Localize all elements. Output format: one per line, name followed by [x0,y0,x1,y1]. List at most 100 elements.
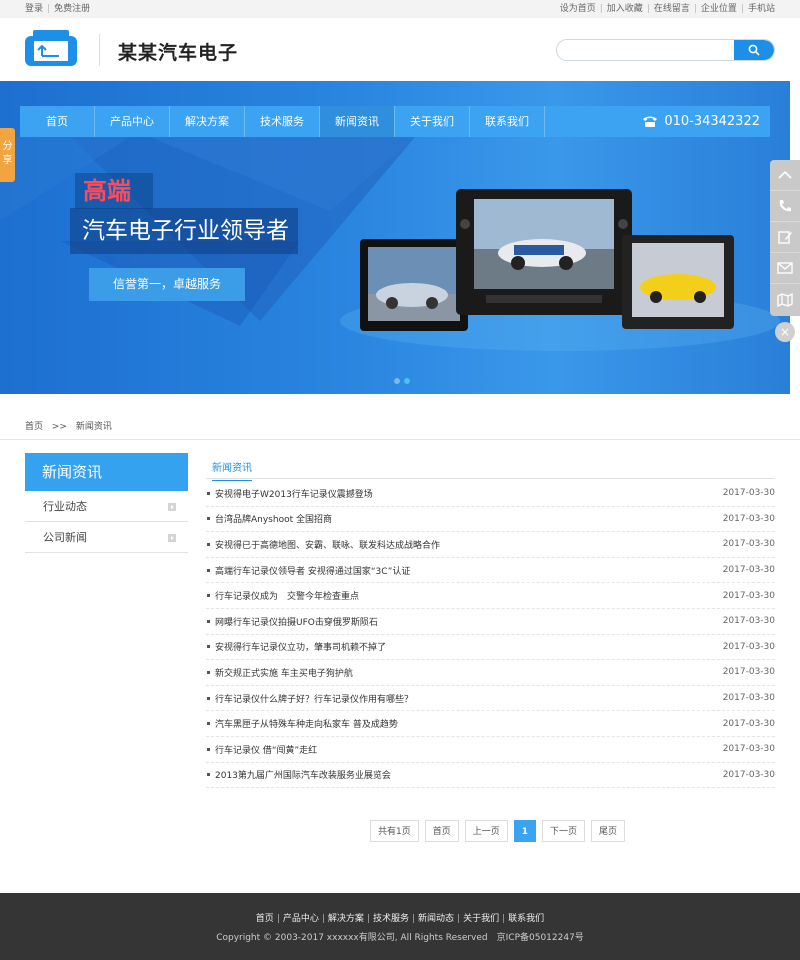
news-title[interactable]: 网曝行车记录仪拍摄UFO击穿俄罗斯陨石 [215,615,378,628]
news-date: 2017-03-30 [722,565,775,576]
list-item[interactable]: 安视得已于高德地图、安霸、联咏、联发科达成战略合作 2017-03-30 [206,532,775,558]
bullet-icon [207,747,210,751]
bullet-icon [207,696,210,700]
news-title[interactable]: 安视得已于高德地图、安霸、联咏、联发科达成战略合作 [215,538,440,551]
list-item[interactable]: 安视得电子W2013行车记录仪震撼登场 2017-03-30 [206,481,775,507]
banner-slogan: 汽车电子行业领导者 [70,208,298,254]
search-button[interactable] [734,40,774,60]
separator: | [366,914,370,924]
nav-contact[interactable]: 联系我们 [470,106,545,137]
search-input[interactable] [557,42,735,60]
news-date: 2017-03-30 [722,718,775,729]
add-favorite-link[interactable]: 加入收藏 [607,4,643,14]
footer-link-tech[interactable]: 技术服务 [373,914,409,924]
breadcrumb: 首页 >> 新闻资讯 [25,419,112,432]
hero-banner: 首页 产品中心 解决方案 技术服务 新闻资讯 关于我们 联系我们 010-343… [0,81,790,394]
message-float-button[interactable] [770,222,800,253]
list-item[interactable]: 网曝行车记录仪拍摄UFO击穿俄罗斯陨石 2017-03-30 [206,609,775,635]
arrow-right-icon [168,503,176,511]
news-title[interactable]: 行车记录仪什么牌子好？行车记录仪作用有哪些？ [215,692,413,705]
bullet-icon [207,773,210,777]
category-sidebar: 新闻资讯 行业动态 公司新闻 [25,453,188,553]
news-title[interactable]: 新交规正式实施 车主买电子狗护航 [215,666,353,679]
login-link[interactable]: 登录 [25,4,43,14]
nav-about[interactable]: 关于我们 [395,106,470,137]
scroll-up-button[interactable] [770,160,800,191]
nav-tech-service[interactable]: 技术服务 [245,106,320,137]
breadcrumb-home[interactable]: 首页 [25,422,43,432]
list-item[interactable]: 行车记录仪 借“闯黄”走红 2017-03-30 [206,737,775,763]
list-item[interactable]: 2013第九届广州国际汽车改装服务业展览会 2017-03-30 [206,763,775,789]
news-date: 2017-03-30 [722,744,775,755]
news-title[interactable]: 行车记录仪 借“闯黄”走红 [215,743,317,756]
news-date: 2017-03-30 [722,667,775,678]
news-title[interactable]: 安视得电子W2013行车记录仪震撼登场 [215,487,373,500]
sidebar-title: 新闻资讯 [25,453,188,491]
footer-link-solutions[interactable]: 解决方案 [328,914,364,924]
footer-link-contact[interactable]: 联系我们 [508,914,544,924]
banner-dot[interactable] [394,378,400,384]
list-item[interactable]: 汽车黑匣子从特殊车种走向私家车 普及成趋势 2017-03-30 [206,711,775,737]
news-date: 2017-03-30 [722,693,775,704]
news-title[interactable]: 安视得行车记录仪立功，肇事司机赖不掉了 [215,640,386,653]
site-footer: 首页 | 产品中心 | 解决方案 | 技术服务 | 新闻动态 | 关于我们 | 联系我们 Copyrig… [0,893,800,960]
mobile-site-link[interactable]: 手机站 [748,4,775,14]
logo-divider [99,34,100,66]
set-homepage-link[interactable]: 设为首页 [560,4,596,14]
nav-products[interactable]: 产品中心 [95,106,170,137]
nav-news[interactable]: 新闻资讯 [320,106,395,137]
bullet-icon [207,645,210,649]
nav-solutions[interactable]: 解决方案 [170,106,245,137]
news-title[interactable]: 高端行车记录仪领导者 安视得通过国家“3C”认证 [215,564,410,577]
separator: | [740,4,744,14]
separator: | [599,4,603,14]
page-next-button[interactable]: 下一页 [542,820,586,842]
separator: | [457,914,461,924]
close-icon[interactable]: × [775,322,795,342]
site-header: 某某汽车电子 [0,18,800,81]
news-title[interactable]: 台湾品牌Anyshoot 全国招商 [215,512,332,525]
footer-link-news[interactable]: 新闻动态 [418,914,454,924]
breadcrumb-separator: >> [51,422,67,432]
map-float-button[interactable] [770,284,800,315]
footer-link-products[interactable]: 产品中心 [283,914,319,924]
news-title[interactable]: 行车记录仪成为 交警今年检查重点 [215,589,359,602]
share-button[interactable]: 分享 [0,128,15,182]
banner-dot-active[interactable] [404,378,410,384]
breadcrumb-current[interactable]: 新闻资讯 [76,422,112,432]
sidebar-item-label: 公司新闻 [43,531,87,544]
list-item[interactable]: 行车记录仪成为 交警今年检查重点 2017-03-30 [206,583,775,609]
tab-news[interactable]: 新闻资讯 [212,459,252,481]
search-box [556,39,775,61]
share-label: 分享 [2,141,13,166]
page-current[interactable]: 1 [513,820,537,842]
list-item[interactable]: 台湾品牌Anyshoot 全国招商 2017-03-30 [206,507,775,533]
pagination: 共有1页 首页 上一页 1 下一页 尾页 [370,820,626,842]
news-date: 2017-03-30 [722,616,775,627]
news-section: 新闻资讯 安视得电子W2013行车记录仪震撼登场 2017-03-30 台湾品牌A… [206,453,775,789]
news-title[interactable]: 2013第九届广州国际汽车改装服务业展览会 [215,768,391,781]
list-item[interactable]: 新交规正式实施 车主买电子狗护航 2017-03-30 [206,660,775,686]
list-item[interactable]: 安视得行车记录仪立功，肇事司机赖不掉了 2017-03-30 [206,635,775,661]
logo-icon[interactable] [25,30,77,70]
online-message-link[interactable]: 在线留言 [654,4,690,14]
sidebar-item-company-news[interactable]: 公司新闻 [25,522,188,553]
search-icon [748,44,760,56]
page-first-button[interactable]: 首页 [424,820,459,842]
location-link[interactable]: 企业位置 [701,4,737,14]
page-last-button[interactable]: 尾页 [591,820,626,842]
phone-float-button[interactable] [770,191,800,222]
footer-link-about[interactable]: 关于我们 [463,914,499,924]
page-prev-button[interactable]: 上一页 [464,820,508,842]
list-item[interactable]: 高端行车记录仪领导者 安视得通过国家“3C”认证 2017-03-30 [206,558,775,584]
floating-side-panel [770,160,800,316]
register-link[interactable]: 免费注册 [54,4,90,14]
nav-home[interactable]: 首页 [20,106,95,137]
product-screens-image [360,189,734,331]
mail-float-button[interactable] [770,253,800,284]
list-item[interactable]: 行车记录仪什么牌子好？行车记录仪作用有哪些？ 2017-03-30 [206,686,775,712]
footer-link-home[interactable]: 首页 [256,914,274,924]
sidebar-item-industry-news[interactable]: 行业动态 [25,491,188,522]
news-date: 2017-03-30 [722,513,775,524]
news-title[interactable]: 汽车黑匣子从特殊车种走向私家车 普及成趋势 [215,717,398,730]
